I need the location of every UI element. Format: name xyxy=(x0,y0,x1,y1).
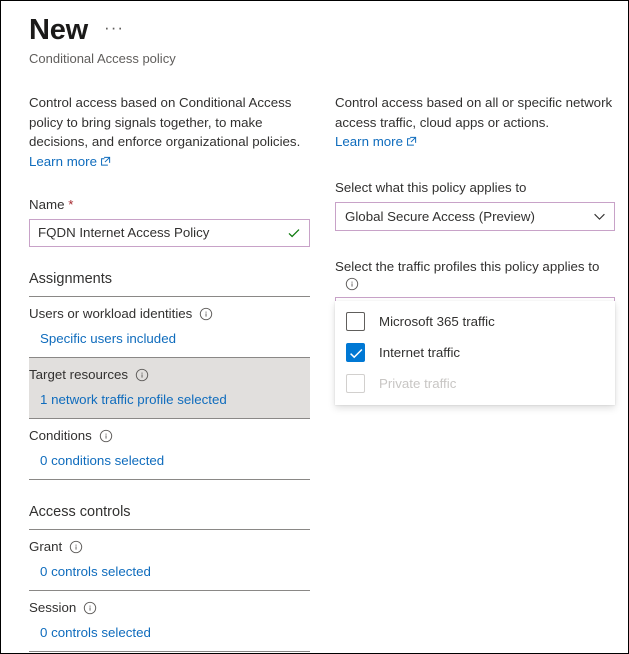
row-label: Session xyxy=(29,599,310,617)
title-row: New ··· xyxy=(29,13,589,47)
traffic-profiles-info-icon[interactable] xyxy=(345,277,615,291)
row-session[interactable]: Session 0 controls selected xyxy=(29,591,310,651)
row-conditions[interactable]: Conditions 0 conditions selected xyxy=(29,419,310,479)
policy-applies-to-dropdown[interactable]: Global Secure Access (Preview) xyxy=(335,202,615,231)
option-label: Private traffic xyxy=(379,376,456,391)
row-label: Grant xyxy=(29,538,310,556)
row-users-or-workload-identities[interactable]: Users or workload identities Specific us… xyxy=(29,297,310,357)
valid-check-icon xyxy=(287,226,301,240)
info-icon[interactable] xyxy=(69,540,83,554)
right-learn-more-link[interactable]: Learn more xyxy=(335,134,403,149)
row-value-link[interactable]: 0 controls selected xyxy=(40,563,310,581)
row-label-text: Target resources xyxy=(29,366,128,384)
policy-name-value[interactable]: FQDN Internet Access Policy xyxy=(38,225,281,240)
applies-to-label: Select what this policy applies to xyxy=(335,179,615,197)
row-label: Users or workload identities xyxy=(29,305,310,323)
name-label-text: Name xyxy=(29,197,64,212)
option-microsoft-365-traffic[interactable]: Microsoft 365 traffic xyxy=(335,306,615,337)
page-subtitle: Conditional Access policy xyxy=(29,50,589,68)
row-label-text: Users or workload identities xyxy=(29,305,192,323)
row-label-text: Session xyxy=(29,599,76,617)
policy-applies-to-value: Global Secure Access (Preview) xyxy=(345,209,593,224)
option-label: Internet traffic xyxy=(379,345,460,360)
right-intro-text: Control access based on all or specific … xyxy=(335,93,615,132)
checkbox-unchecked-icon[interactable] xyxy=(346,312,365,331)
row-label-text: Conditions xyxy=(29,427,92,445)
info-icon[interactable] xyxy=(135,368,149,382)
row-value-link[interactable]: 1 network traffic profile selected xyxy=(40,391,310,409)
divider xyxy=(29,651,310,652)
traffic-profiles-label: Select the traffic profiles this policy … xyxy=(335,257,615,276)
info-icon[interactable] xyxy=(199,307,213,321)
traffic-profiles-option-list[interactable]: Microsoft 365 traffic Internet traffic P… xyxy=(335,301,615,405)
panel-header: New ··· Conditional Access policy xyxy=(29,13,589,68)
info-icon[interactable] xyxy=(99,429,113,443)
row-label: Target resources xyxy=(29,366,310,384)
info-icon[interactable] xyxy=(83,601,97,615)
row-value-link[interactable]: 0 conditions selected xyxy=(40,452,310,470)
row-grant[interactable]: Grant 0 controls selected xyxy=(29,530,310,590)
external-link-icon[interactable] xyxy=(100,154,111,172)
row-label-text: Grant xyxy=(29,538,62,556)
conditional-access-new-policy-panel: New ··· Conditional Access policy Contro… xyxy=(0,0,629,654)
checkbox-checked-icon[interactable] xyxy=(346,343,365,362)
left-column: Control access based on Conditional Acce… xyxy=(29,93,310,652)
row-value-link[interactable]: 0 controls selected xyxy=(40,624,310,642)
row-target-resources[interactable]: Target resources 1 network traffic profi… xyxy=(29,358,310,418)
left-intro-text: Control access based on Conditional Acce… xyxy=(29,93,310,152)
option-internet-traffic[interactable]: Internet traffic xyxy=(335,337,615,368)
external-link-icon[interactable] xyxy=(406,134,417,152)
page-title: New xyxy=(29,13,88,47)
required-asterisk: * xyxy=(68,197,73,212)
left-learn-more-link[interactable]: Learn more xyxy=(29,154,97,169)
chevron-down-icon[interactable] xyxy=(593,210,606,223)
access-controls-heading: Access controls xyxy=(29,502,310,522)
option-label: Microsoft 365 traffic xyxy=(379,314,495,329)
row-label: Conditions xyxy=(29,427,310,445)
more-options-icon[interactable]: ··· xyxy=(100,17,128,44)
name-field-label: Name * xyxy=(29,196,310,214)
policy-name-input[interactable]: FQDN Internet Access Policy xyxy=(29,219,310,247)
divider xyxy=(29,479,310,480)
row-value-link[interactable]: Specific users included xyxy=(40,330,310,348)
right-column: Control access based on all or specific … xyxy=(335,93,615,326)
assignments-heading: Assignments xyxy=(29,269,310,289)
checkbox-disabled-icon xyxy=(346,374,365,393)
option-private-traffic: Private traffic xyxy=(335,368,615,399)
